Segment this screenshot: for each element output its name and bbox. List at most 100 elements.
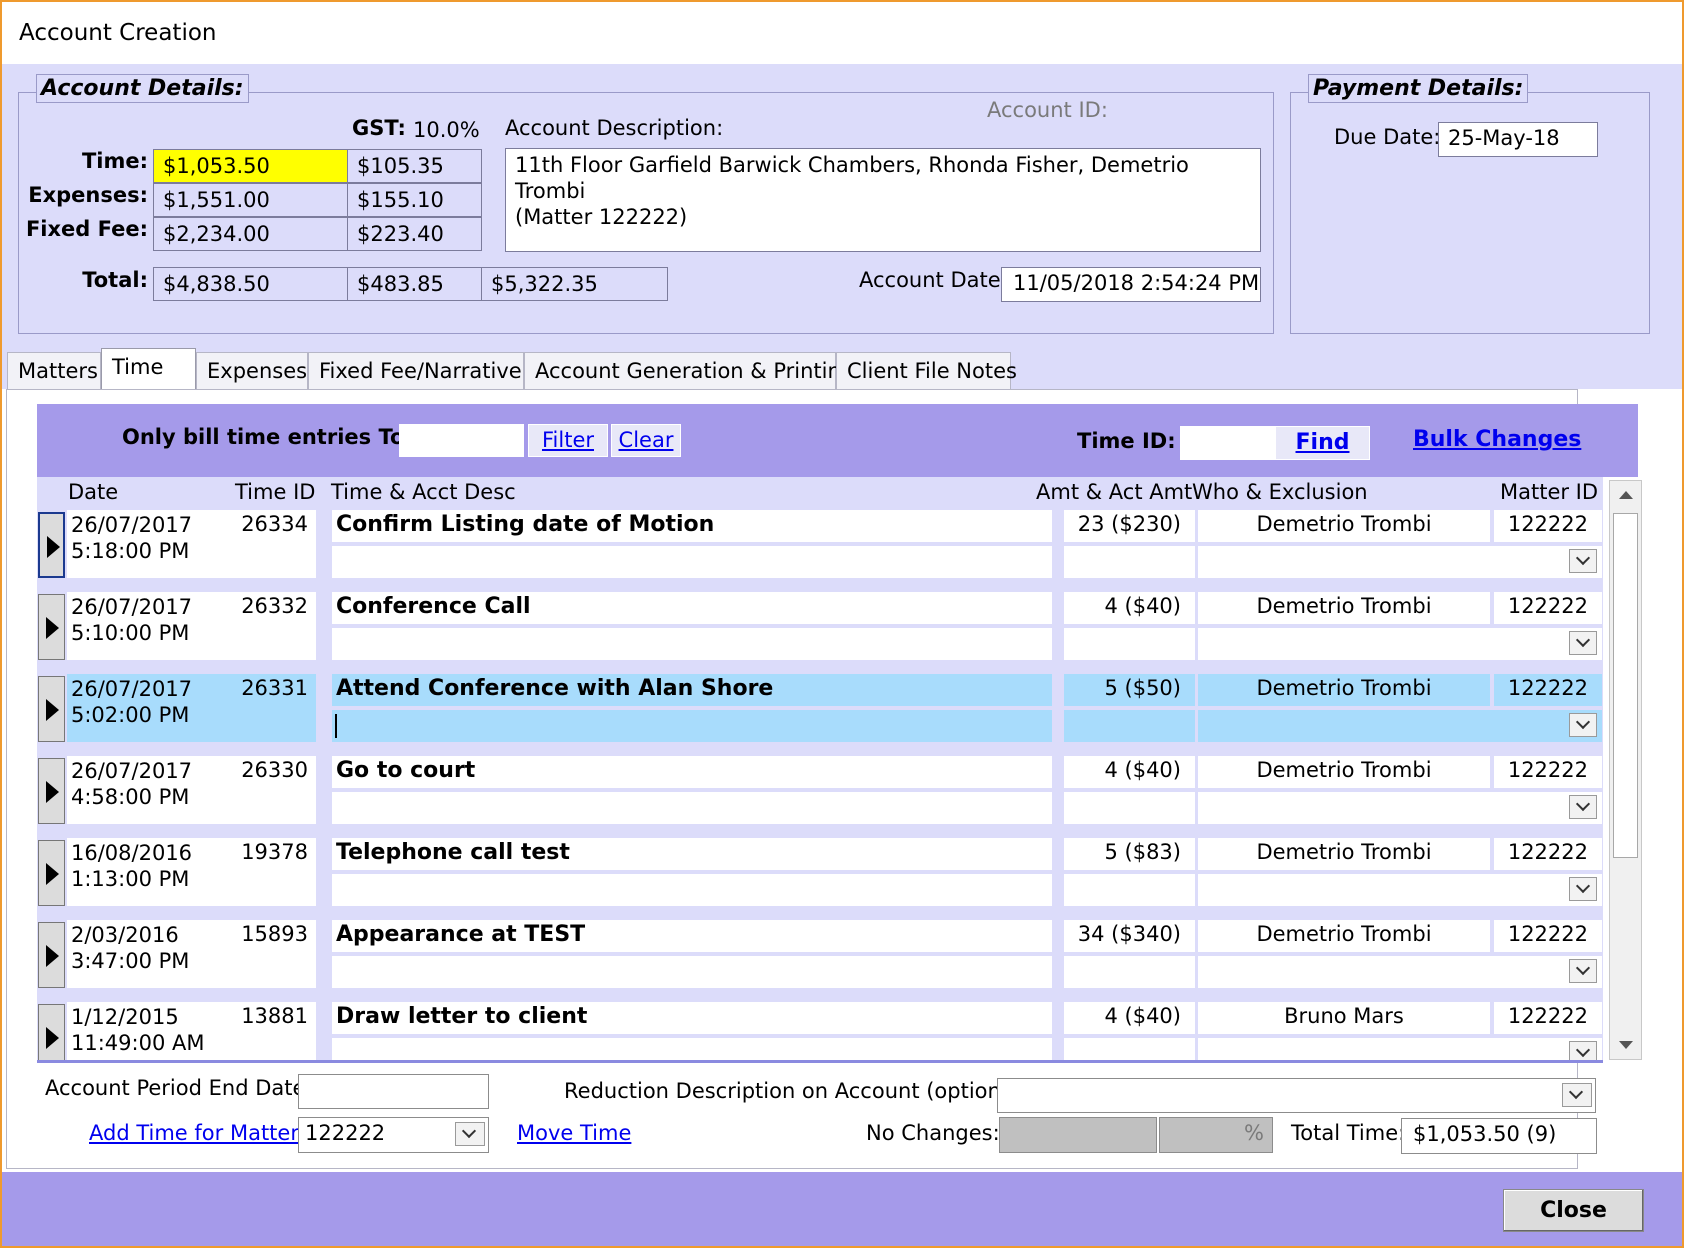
table-row[interactable]: 26/07/2017 4:58:00 PM 26330 Go to court 4 ($… (37, 756, 1603, 838)
table-row[interactable]: 1/12/2015 11:49:00 AM 13881 Draw letter to … (37, 1002, 1603, 1061)
row-time-id: 26334 (219, 510, 316, 578)
table-row[interactable]: 26/07/2017 5:02:00 PM 26331 Attend Conferen… (37, 674, 1603, 756)
row-who[interactable]: Demetrio Trombi (1198, 920, 1490, 952)
grid-scrollbar[interactable] (1609, 480, 1642, 1060)
add-time-for-matter-link[interactable]: Add Time for Matter: (89, 1121, 306, 1145)
row-exclusion-dropdown[interactable] (1198, 546, 1602, 578)
row-who[interactable]: Demetrio Trombi (1198, 510, 1490, 542)
row-who[interactable]: Demetrio Trombi (1198, 756, 1490, 788)
row-who[interactable]: Bruno Mars (1198, 1002, 1490, 1034)
row-act-amt-input[interactable] (1064, 792, 1195, 824)
row-selector[interactable] (38, 594, 65, 660)
account-date-field[interactable]: 11/05/2018 2:54:24 PM (1001, 267, 1261, 302)
row-time-id: 19378 (219, 838, 316, 906)
account-description-field[interactable]: 11th Floor Garfield Barwick Chambers, Rh… (505, 148, 1261, 252)
row-selector[interactable] (38, 676, 65, 742)
row-acct-desc-input[interactable] (332, 792, 1052, 824)
total-incl-cell: $5,322.35 (481, 267, 668, 301)
table-row[interactable]: 26/07/2017 5:10:00 PM 26332 Conference Call… (37, 592, 1603, 674)
row-selector[interactable] (38, 1004, 65, 1061)
row-act-amt-input[interactable] (1064, 710, 1195, 742)
reduction-dropdown-button[interactable] (1562, 1083, 1592, 1107)
chevron-down-icon (1575, 550, 1591, 566)
row-description[interactable]: Attend Conference with Alan Shore (332, 674, 1052, 706)
row-acct-desc-input[interactable] (332, 628, 1052, 660)
row-who[interactable]: Demetrio Trombi (1198, 674, 1490, 706)
only-bill-input[interactable] (399, 424, 524, 457)
row-exclusion-dropdown[interactable] (1198, 710, 1602, 742)
filter-button[interactable]: Filter (528, 424, 608, 457)
row-acct-desc-input[interactable] (332, 956, 1052, 988)
row-selector[interactable] (38, 512, 65, 578)
bulk-changes-link[interactable]: Bulk Changes (1413, 427, 1581, 452)
row-act-amt-input[interactable] (1064, 1038, 1195, 1061)
row-exclusion-dropdown-button[interactable] (1569, 877, 1597, 901)
tab-account-generation-printing[interactable]: Account Generation & Printing (524, 352, 854, 390)
scroll-thumb[interactable] (1613, 513, 1638, 858)
row-act-amt-input[interactable] (1064, 874, 1195, 906)
row-who[interactable]: Demetrio Trombi (1198, 592, 1490, 624)
row-who[interactable]: Demetrio Trombi (1198, 838, 1490, 870)
fixed-fee-label: Fixed Fee: (25, 217, 148, 241)
row-exclusion-dropdown[interactable] (1198, 1038, 1602, 1061)
row-description[interactable]: Appearance at TEST (332, 920, 1052, 952)
table-row[interactable]: 16/08/2016 1:13:00 PM 19378 Telephone call … (37, 838, 1603, 920)
row-amount[interactable]: 4 ($40) (1064, 592, 1195, 624)
tab-time[interactable]: Time (101, 348, 196, 392)
table-row[interactable]: 26/07/2017 5:18:00 PM 26334 Confirm Listing… (37, 510, 1603, 592)
row-act-amt-input[interactable] (1064, 956, 1195, 988)
row-description[interactable]: Conference Call (332, 592, 1052, 624)
title-bar: Account Creation (2, 2, 1682, 64)
row-selector[interactable] (38, 922, 65, 988)
clear-button[interactable]: Clear (611, 424, 681, 457)
row-selector[interactable] (38, 758, 65, 824)
row-exclusion-dropdown-button[interactable] (1569, 959, 1597, 983)
row-exclusion-dropdown[interactable] (1198, 956, 1602, 988)
row-exclusion-dropdown-button[interactable] (1569, 549, 1597, 573)
row-description[interactable]: Draw letter to client (332, 1002, 1052, 1034)
move-time-link[interactable]: Move Time (517, 1121, 631, 1145)
add-time-dropdown-button[interactable] (455, 1122, 485, 1146)
row-exclusion-dropdown-button[interactable] (1569, 631, 1597, 655)
chevron-down-icon (1575, 796, 1591, 812)
table-row[interactable]: 2/03/2016 3:47:00 PM 15893 Appearance at TE… (37, 920, 1603, 1002)
row-exclusion-dropdown-button[interactable] (1569, 1041, 1597, 1061)
row-acct-desc-input[interactable] (332, 1038, 1052, 1061)
row-amount[interactable]: 4 ($40) (1064, 756, 1195, 788)
row-description[interactable]: Telephone call test (332, 838, 1052, 870)
row-time: 11:49:00 AM (71, 1031, 205, 1055)
row-act-amt-input[interactable] (1064, 546, 1195, 578)
row-description[interactable]: Go to court (332, 756, 1052, 788)
scroll-down-icon[interactable] (1619, 1041, 1633, 1049)
row-exclusion-dropdown-button[interactable] (1569, 795, 1597, 819)
period-end-field[interactable] (298, 1074, 489, 1109)
row-acct-desc-input[interactable] (332, 546, 1052, 578)
row-exclusion-dropdown[interactable] (1198, 628, 1602, 660)
row-exclusion-dropdown[interactable] (1198, 792, 1602, 824)
row-amount[interactable]: 4 ($40) (1064, 1002, 1195, 1034)
row-act-amt-input[interactable] (1064, 628, 1195, 660)
time-id-input[interactable] (1180, 426, 1275, 460)
row-exclusion-dropdown[interactable] (1198, 874, 1602, 906)
row-selector[interactable] (38, 840, 65, 906)
row-amount[interactable]: 34 ($340) (1064, 920, 1195, 952)
tab-matters[interactable]: Matters (7, 352, 101, 390)
tab-client-file-notes[interactable]: Client File Notes (836, 352, 1017, 390)
time-id-label: Time ID: (1077, 429, 1176, 453)
col-header-who-exclusion: Who & Exclusion (1192, 480, 1368, 504)
row-acct-desc-input[interactable] (332, 710, 1052, 742)
row-amount[interactable]: 5 ($83) (1064, 838, 1195, 870)
row-description[interactable]: Confirm Listing date of Motion (332, 510, 1052, 542)
close-button[interactable]: Close (1503, 1189, 1644, 1232)
tab-expenses[interactable]: Expenses (196, 352, 308, 390)
row-amount[interactable]: 23 ($230) (1064, 510, 1195, 542)
due-date-field[interactable]: 25-May-18 (1438, 122, 1598, 157)
scroll-up-icon[interactable] (1619, 491, 1633, 499)
row-date: 1/12/2015 (71, 1005, 179, 1029)
row-exclusion-dropdown-button[interactable] (1569, 713, 1597, 737)
find-button[interactable]: Find (1275, 426, 1370, 460)
tab-fixed-fee-narrative[interactable]: Fixed Fee/Narrative (308, 352, 524, 390)
reduction-description-dropdown[interactable] (997, 1078, 1596, 1113)
row-acct-desc-input[interactable] (332, 874, 1052, 906)
row-amount[interactable]: 5 ($50) (1064, 674, 1195, 706)
